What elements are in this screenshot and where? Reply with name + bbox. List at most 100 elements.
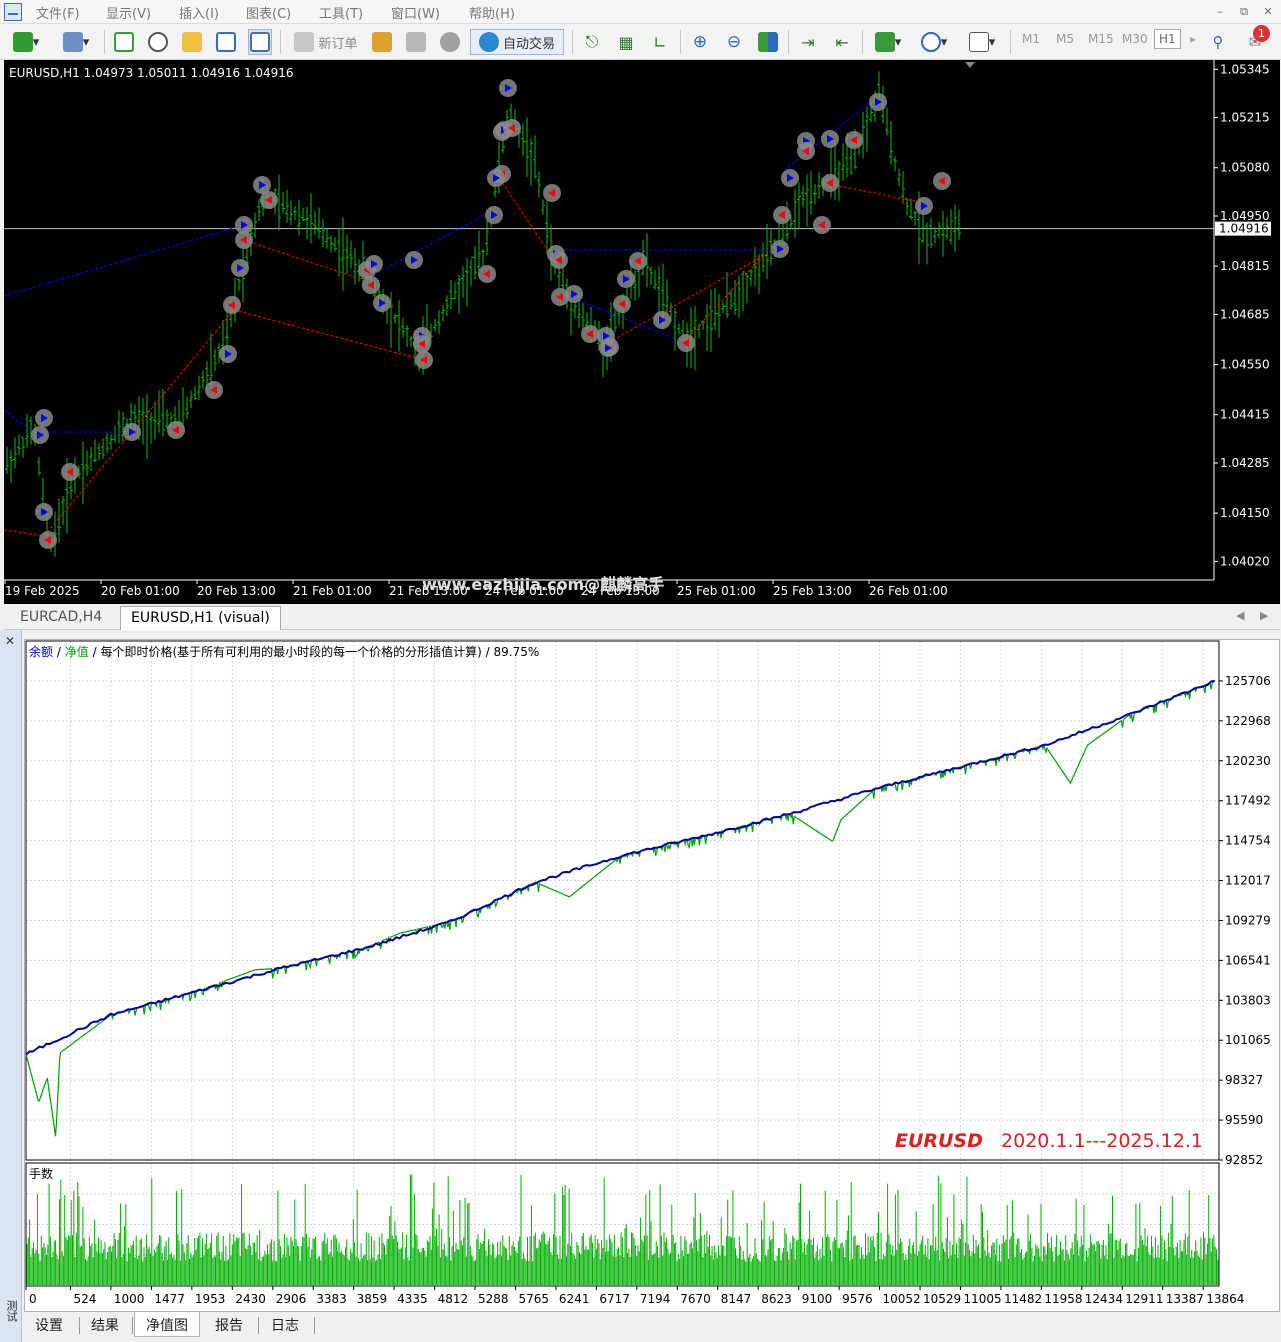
zoom-in-button[interactable]: ⊕ — [688, 29, 712, 55]
equity-legend: 余额 / 净值 / 每个即时价格(基于所有可利用的最小时段的每一个价格的分形插值… — [29, 645, 540, 659]
restore-icon[interactable]: ⧉ — [1234, 4, 1254, 20]
tab-equity-graph[interactable]: 净值图 — [134, 1312, 200, 1337]
tab-scroll-left-icon[interactable]: ◀ — [1236, 609, 1244, 622]
x-tick-label: 11958 — [1044, 1292, 1082, 1306]
time-tick-label: 20 Feb 13:00 — [197, 584, 276, 598]
templates-icon — [968, 32, 989, 52]
trade-line — [243, 239, 365, 281]
market-icon — [440, 32, 460, 52]
price-tick-label: 1.04550 — [1220, 358, 1270, 372]
price-tick-label: 1.04815 — [1220, 259, 1270, 273]
indicators-button[interactable]: ▾ — [870, 29, 906, 55]
lots-label: 手数 — [29, 1167, 54, 1181]
tab-journal[interactable]: 日志 — [260, 1312, 310, 1337]
tile-windows-button[interactable] — [756, 29, 780, 55]
menu-charts[interactable]: 图表(C) — [246, 3, 291, 22]
x-tick-label: 4812 — [438, 1292, 469, 1306]
candlestick-icon: ▦ — [618, 32, 634, 52]
search-icon: ⚲ — [1212, 33, 1224, 51]
x-tick-label: 10529 — [923, 1292, 961, 1306]
price-tick-label: 1.05080 — [1220, 161, 1270, 175]
y-tick-label: 117492 — [1225, 794, 1271, 808]
x-tick-label: 13387 — [1166, 1292, 1204, 1306]
new-chart-button[interactable]: ▾ — [8, 29, 44, 55]
signals-button[interactable] — [404, 29, 428, 55]
timeframe-m5[interactable]: M5 — [1056, 32, 1074, 46]
tab-eurusd-h1-visual[interactable]: EURUSD,H1 (visual) — [120, 606, 281, 630]
candlestick-button[interactable]: ▦ — [614, 29, 638, 55]
x-tick-label: 12434 — [1085, 1292, 1123, 1306]
market-watch-button[interactable] — [112, 29, 136, 55]
legend-balance: 余额 — [29, 645, 54, 659]
menu-tools[interactable]: 工具(T) — [319, 3, 363, 22]
new-order-button[interactable]: 新订单 — [288, 29, 364, 55]
menu-insert[interactable]: 插入(I) — [179, 3, 219, 22]
price-tick-label: 1.04020 — [1220, 554, 1270, 568]
tab-settings[interactable]: 设置 — [24, 1312, 74, 1337]
tab-scroll-right-icon[interactable]: ▶ — [1260, 609, 1268, 622]
strategy-tester-button[interactable] — [248, 29, 272, 55]
bar-chart-button[interactable]: ⎋ — [580, 29, 604, 55]
y-tick-label: 125706 — [1225, 674, 1271, 688]
menu-file[interactable]: 文件(F) — [36, 3, 80, 22]
x-tick-label: 3383 — [316, 1292, 347, 1306]
crosshair-icon — [148, 32, 168, 52]
equity-chart-canvas: 125706 122968 120230 117492 114754 112017 1092… — [25, 640, 1271, 1306]
y-tick-label: 98327 — [1225, 1073, 1263, 1087]
indicators-icon — [874, 32, 895, 52]
navigator-button[interactable] — [180, 29, 204, 55]
timeframe-m15[interactable]: M15 — [1088, 32, 1114, 46]
chart-shift-button[interactable]: ⇤ — [830, 29, 854, 55]
timeframe-h1[interactable]: H1 — [1154, 29, 1181, 49]
terminal-window: { "menu": {"items": ["文件(F)","显示(V)","插入… — [0, 0, 1281, 1342]
auto-trading-button[interactable]: 自动交易 — [470, 29, 564, 55]
tester-close-icon[interactable]: ✕ — [5, 634, 15, 648]
autoscroll-button[interactable]: ⇥ — [796, 29, 820, 55]
time-tick-label: 19 Feb 2025 — [5, 584, 80, 598]
trade-line — [43, 431, 133, 537]
legend-quality: 89.75% — [493, 645, 540, 659]
x-tick-label: 1477 — [154, 1292, 185, 1306]
menu-help[interactable]: 帮助(H) — [469, 3, 515, 22]
templates-button[interactable]: ▾ — [962, 29, 1002, 55]
timeframe-m30[interactable]: M30 — [1122, 32, 1148, 46]
close-icon[interactable]: ✕ — [1258, 4, 1278, 20]
x-tick-label: 1000 — [114, 1292, 145, 1306]
minimize-icon[interactable]: – — [1210, 4, 1230, 20]
tab-report[interactable]: 报告 — [204, 1312, 254, 1337]
crosshair-button[interactable] — [146, 29, 170, 55]
trade-markers — [31, 79, 951, 549]
search-button[interactable]: ⚲ — [1206, 29, 1230, 55]
signals-icon — [406, 32, 426, 52]
app-icon[interactable] — [4, 3, 22, 21]
y-tick-label: 95590 — [1225, 1113, 1263, 1127]
terminal-button[interactable] — [214, 29, 238, 55]
x-tick-label: 5288 — [478, 1292, 509, 1306]
price-axis — [1214, 60, 1280, 604]
x-tick-label: 11005 — [963, 1292, 1001, 1306]
notification-button[interactable]: ✉ 1 — [1238, 25, 1272, 55]
trade-line — [683, 254, 765, 343]
menu-window[interactable]: 窗口(W) — [391, 3, 440, 22]
x-tick-label: 2430 — [235, 1292, 266, 1306]
menu-view[interactable]: 显示(V) — [106, 3, 151, 22]
zoom-out-icon: ⊖ — [726, 32, 742, 52]
new-order-label: 新订单 — [318, 36, 358, 52]
y-tick-label: 101065 — [1225, 1033, 1271, 1047]
price-tick-label: 1.04415 — [1220, 408, 1270, 422]
market-button[interactable] — [438, 29, 462, 55]
profiles-button[interactable]: ▾ — [56, 29, 96, 55]
chart-shift-marker — [965, 62, 975, 68]
metaeditor-button[interactable] — [370, 29, 394, 55]
zoom-out-button[interactable]: ⊖ — [722, 29, 746, 55]
price-tick-label: 1.04150 — [1220, 506, 1270, 520]
tester-side-bar: ✕ 测试 — [0, 630, 22, 1342]
tab-results[interactable]: 结果 — [80, 1312, 130, 1337]
price-chart[interactable]: 1.05345 1.05215 1.05080 1.04950 1.04815 1.046… — [4, 60, 1280, 604]
x-tick-label: 10052 — [883, 1292, 921, 1306]
timeframe-more-icon[interactable]: ▸ — [1190, 32, 1196, 46]
timeframe-m1[interactable]: M1 — [1022, 32, 1040, 46]
tab-eurcad-h4[interactable]: EURCAD,H4 — [10, 606, 112, 630]
line-chart-button[interactable]: ∟ — [648, 29, 672, 55]
periods-button[interactable]: ▾ — [916, 29, 952, 55]
